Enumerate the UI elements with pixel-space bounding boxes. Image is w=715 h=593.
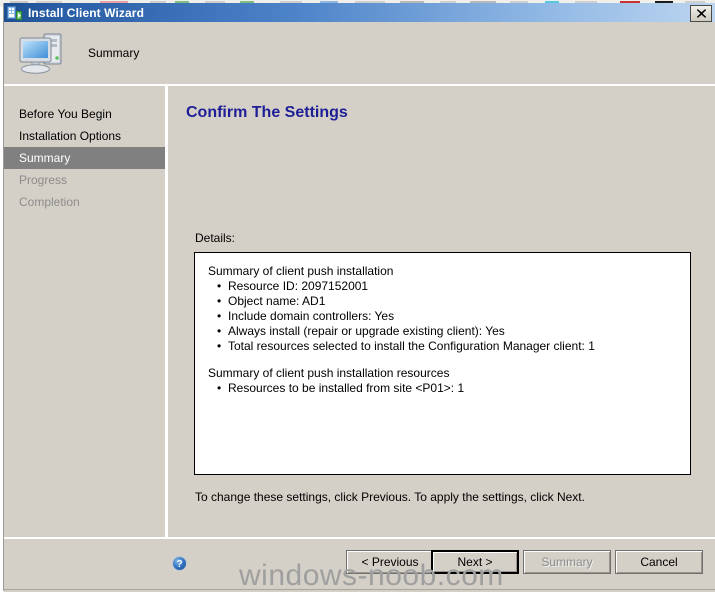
list-item: Resource ID: 2097152001 xyxy=(208,279,682,294)
sidebar-item-summary[interactable]: Summary xyxy=(4,147,165,169)
next-button[interactable]: Next > xyxy=(431,550,519,574)
details-textbox[interactable]: Summary of client push installation Reso… xyxy=(194,252,691,475)
cancel-button[interactable]: Cancel xyxy=(615,550,703,574)
instruction-text: To change these settings, click Previous… xyxy=(195,490,585,504)
list-item: Object name: AD1 xyxy=(208,294,682,309)
details-group-heading: Summary of client push installation reso… xyxy=(208,366,450,380)
wizard-header: Summary xyxy=(4,22,715,84)
list-item: Include domain controllers: Yes xyxy=(208,309,682,324)
wizard-button-bar: ? < Previous Next > Summary Cancel xyxy=(4,539,715,591)
computer-monitor-icon xyxy=(16,29,70,77)
details-group: Summary of client push installation reso… xyxy=(208,366,682,396)
title-bar: Install Client Wizard xyxy=(4,3,715,22)
help-icon[interactable]: ? xyxy=(172,556,187,571)
wizard-step-sidebar: Before You Begin Installation Options Su… xyxy=(4,86,165,537)
details-group: Summary of client push installation Reso… xyxy=(208,264,682,354)
install-client-wizard-icon xyxy=(7,5,23,21)
close-icon[interactable] xyxy=(690,5,712,22)
background-window-left-edge xyxy=(0,7,3,591)
install-client-wizard-dialog: Install Client Wizard Summary Before You… xyxy=(3,3,715,592)
sidebar-item-before-you-begin[interactable]: Before You Begin xyxy=(4,103,165,125)
wizard-content-pane: Confirm The Settings Details: Summary of… xyxy=(168,86,715,537)
previous-button[interactable]: < Previous xyxy=(346,550,434,574)
details-list: Resources to be installed from site <P01… xyxy=(208,381,682,396)
list-item: Resources to be installed from site <P01… xyxy=(208,381,682,396)
details-list: Resource ID: 2097152001 Object name: AD1… xyxy=(208,279,682,354)
window-title: Install Client Wizard xyxy=(28,5,145,20)
sidebar-item-progress: Progress xyxy=(19,173,68,187)
details-group-heading: Summary of client push installation xyxy=(208,264,394,278)
summary-button: Summary xyxy=(523,550,611,574)
sidebar-item-installation-options[interactable]: Installation Options xyxy=(4,125,165,147)
details-label: Details: xyxy=(195,231,236,245)
page-title: Confirm The Settings xyxy=(186,104,348,121)
wizard-header-title: Summary xyxy=(88,46,140,60)
sidebar-item-completion: Completion xyxy=(19,195,80,209)
list-item: Total resources selected to install the … xyxy=(208,339,682,354)
list-item: Always install (repair or upgrade existi… xyxy=(208,324,682,339)
